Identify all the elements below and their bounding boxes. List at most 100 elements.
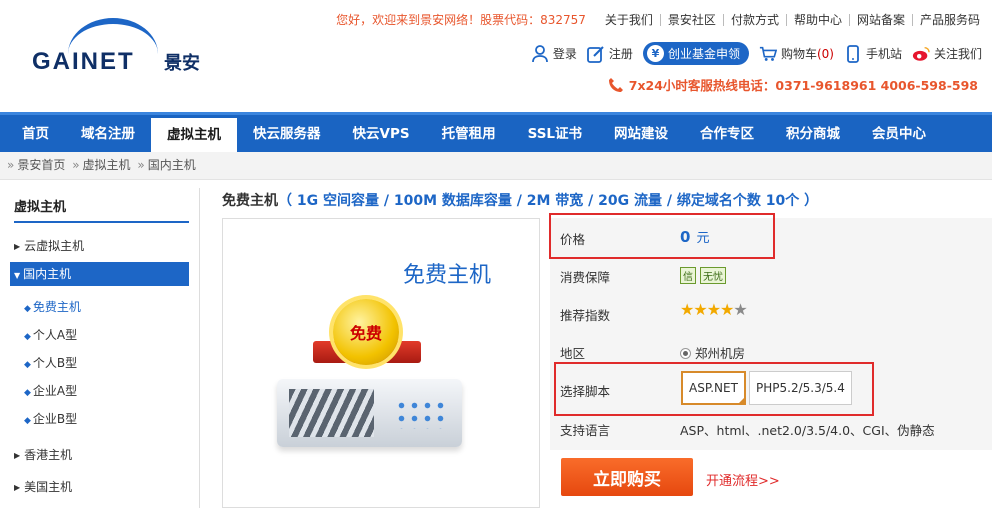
- phone-icon: [607, 76, 625, 94]
- logo-cn-text: 景安: [164, 53, 200, 74]
- top-link-community[interactable]: 景安社区: [661, 13, 724, 26]
- nav-member[interactable]: 会员中心: [856, 115, 942, 152]
- activation-flow-link[interactable]: 开通流程>>: [706, 470, 780, 489]
- startup-fund-button[interactable]: ¥ 创业基金申领: [642, 42, 749, 65]
- server-grill: [289, 389, 374, 437]
- nav-domain[interactable]: 域名注册: [65, 115, 151, 152]
- cart-link[interactable]: 购物车 (0): [759, 45, 834, 63]
- nav-points-mall[interactable]: 积分商城: [770, 115, 856, 152]
- sidebar-item-label: 美国主机: [24, 480, 73, 494]
- caret-right-icon: ▶: [14, 483, 21, 492]
- register-link[interactable]: 注册: [587, 45, 633, 63]
- sidebar-item-label: 云虚拟主机: [24, 239, 85, 253]
- breadcrumb-virtual-host[interactable]: 虚拟主机: [83, 158, 131, 172]
- guarantee-label: 消费保障: [560, 270, 611, 285]
- caret-right-icon: ▶: [14, 451, 21, 460]
- radio-icon: [680, 348, 691, 359]
- buy-now-button[interactable]: 立即购买: [561, 458, 693, 496]
- edit-icon: [587, 45, 605, 63]
- sidebar-sub-free-host[interactable]: ◆ 免费主机: [24, 298, 81, 315]
- top-link-payment[interactable]: 付款方式: [724, 13, 787, 26]
- nav-ssl[interactable]: SSL证书: [512, 115, 598, 152]
- region-value: 郑州机房: [695, 346, 746, 361]
- breadcrumb-domestic-host[interactable]: 国内主机: [148, 158, 196, 172]
- product-title: 免费主机（ 1G 空间容量 / 100M 数据库容量 / 2M 带宽 / 20G…: [222, 190, 818, 210]
- top-nav: 您好，欢迎来到景安网络！股票代码：832757 关于我们 景安社区 付款方式 帮…: [336, 11, 980, 28]
- follow-label: 关注我们: [933, 47, 982, 61]
- register-label: 注册: [608, 47, 633, 61]
- product-name: 免费主机: [222, 193, 278, 209]
- sidebar-sub-enterprise-b[interactable]: ◆ 企业B型: [24, 410, 77, 427]
- nav-web-build[interactable]: 网站建设: [598, 115, 684, 152]
- breadcrumb-separator: »: [7, 158, 15, 172]
- script-highlight-box: [554, 362, 874, 416]
- breadcrumb: » 景安首页 » 虚拟主机 » 国内主机: [0, 152, 992, 180]
- top-link-about[interactable]: 关于我们: [598, 13, 661, 26]
- gainet-logo[interactable]: GAINET 景安: [28, 18, 218, 76]
- top-link-help[interactable]: 帮助中心: [787, 13, 850, 26]
- diamond-icon: ◆: [24, 388, 31, 398]
- nav-home[interactable]: 首页: [6, 115, 65, 152]
- language-label: 支持语言: [560, 423, 611, 438]
- diamond-icon: ◆: [24, 360, 31, 370]
- guarantee-badges: 信无忧: [680, 267, 730, 284]
- top-link-icp[interactable]: 网站备案: [850, 13, 913, 26]
- login-link[interactable]: 登录: [531, 44, 577, 63]
- cart-icon: [759, 45, 777, 63]
- sidebar-item-domestic-host[interactable]: ▼ 国内主机: [10, 262, 189, 286]
- product-image: 免费主机 免费: [222, 218, 540, 508]
- medal-text: 免费: [349, 324, 382, 343]
- nav-colocation[interactable]: 托管租用: [426, 115, 512, 152]
- nav-cloud-server[interactable]: 快云服务器: [237, 115, 337, 152]
- breadcrumb-separator: »: [72, 158, 80, 172]
- sidebar-sub-label: 个人A型: [32, 328, 78, 342]
- caret-right-icon: ▶: [14, 242, 21, 251]
- breadcrumb-separator: »: [137, 158, 145, 172]
- cart-label: 购物车: [780, 47, 817, 61]
- follow-link[interactable]: 关注我们: [912, 45, 982, 63]
- top-link-service-code[interactable]: 产品服务码: [913, 14, 980, 26]
- hotline-text: 7x24小时客服热线电话：0371-9618961 4006-598-598: [628, 78, 978, 93]
- user-icon: [531, 44, 549, 63]
- sidebar-sub-label: 个人B型: [32, 356, 78, 370]
- weibo-icon: [912, 45, 930, 63]
- mobile-label: 手机站: [865, 47, 902, 61]
- sidebar-sub-personal-a[interactable]: ◆ 个人A型: [24, 326, 77, 343]
- sidebar-sub-label: 企业B型: [32, 412, 78, 426]
- nav-cloud-vps[interactable]: 快云VPS: [337, 115, 426, 152]
- hotline: 7x24小时客服热线电话：0371-9618961 4006-598-598: [607, 75, 978, 94]
- sidebar-title: 虚拟主机: [14, 196, 189, 223]
- sidebar-sub-label: 企业A型: [32, 384, 78, 398]
- sidebar-item-us-host[interactable]: ▶ 美国主机: [14, 478, 72, 495]
- cart-count: (0): [816, 46, 834, 61]
- star-filled-icon: ★: [693, 300, 707, 319]
- mobile-link[interactable]: 手机站: [844, 44, 902, 63]
- fund-label: 创业基金申领: [667, 47, 740, 61]
- star-filled-icon: ★: [680, 300, 694, 319]
- sidebar: 虚拟主机 ▶ 云虚拟主机 ▼ 国内主机 ◆ 免费主机 ◆ 个人A型 ◆ 个人B型 ◆ 企业A…: [0, 188, 200, 508]
- medal-icon: 免费: [333, 299, 399, 365]
- yen-icon: ¥: [646, 45, 664, 62]
- breadcrumb-home[interactable]: 景安首页: [17, 158, 65, 172]
- main-nav: 首页 域名注册 虚拟主机 快云服务器 快云VPS 托管租用 SSL证书 网站建设…: [0, 112, 992, 152]
- sidebar-sub-personal-b[interactable]: ◆ 个人B型: [24, 354, 77, 371]
- nav-virtual-host[interactable]: 虚拟主机: [151, 118, 237, 152]
- sidebar-item-cloud-virtual-host[interactable]: ▶ 云虚拟主机: [14, 237, 84, 254]
- product-specs: （ 1G 空间容量 / 100M 数据库容量 / 2M 带宽 / 20G 流量 …: [278, 193, 819, 209]
- diamond-icon: ◆: [24, 416, 31, 426]
- welcome-text: 您好，欢迎来到景安网络！股票代码：832757: [336, 13, 586, 27]
- star-filled-icon: ★: [706, 300, 721, 319]
- product-image-label: 免费主机: [403, 263, 492, 288]
- sidebar-sub-enterprise-a[interactable]: ◆ 企业A型: [24, 382, 77, 399]
- sidebar-item-label: 国内主机: [23, 267, 72, 281]
- logo-text: GAINET: [32, 48, 135, 75]
- star-empty-icon: ★: [733, 300, 747, 319]
- server-lights: [395, 399, 449, 429]
- caret-down-icon: ▼: [14, 271, 21, 280]
- region-option[interactable]: 郑州机房: [680, 343, 745, 362]
- sidebar-item-hongkong-host[interactable]: ▶ 香港主机: [14, 446, 72, 463]
- credit-badge-icon: 信: [680, 267, 696, 284]
- user-toolbar: 登录 注册 ¥ 创业基金申领 购物车 (0) 手机站 关注我们: [521, 42, 982, 65]
- language-value: ASP、html、.net2.0/3.5/4.0、CGI、伪静态: [680, 423, 935, 438]
- nav-partner[interactable]: 合作专区: [684, 115, 770, 152]
